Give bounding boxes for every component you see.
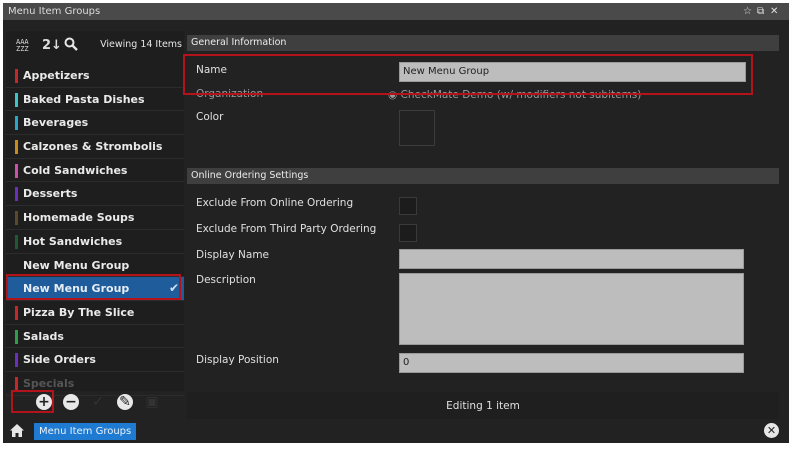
remove-icon[interactable]: − xyxy=(63,394,79,410)
editing-status: Editing 1 item xyxy=(187,392,779,420)
list-item[interactable]: Side Orders xyxy=(6,348,184,372)
app-window: Menu Item Groups ☆ ⧉ ✕ AAA ZZZ 2↓ Viewing… xyxy=(3,3,789,443)
color-swatch xyxy=(15,211,18,226)
list-item-label: Side Orders xyxy=(23,353,96,367)
selected-item-highlight xyxy=(6,274,181,300)
status-bar: Menu Item Groups ✕ xyxy=(3,419,789,443)
breadcrumb[interactable]: Menu Item Groups xyxy=(34,423,137,440)
color-label: Color xyxy=(196,111,224,123)
display-name-label: Display Name xyxy=(196,249,270,261)
color-swatch xyxy=(15,353,18,368)
display-position-label: Display Position xyxy=(196,354,279,366)
add-button-highlight xyxy=(11,390,54,413)
confirm-icon: ✓ xyxy=(92,394,104,410)
sort-alpha-icon[interactable]: AAA ZZZ xyxy=(16,39,29,53)
window-title: Menu Item Groups xyxy=(8,6,101,17)
list-item[interactable]: Calzones & Strombolis xyxy=(6,135,184,159)
list-item-label: Cold Sandwiches xyxy=(23,163,128,177)
restore-icon[interactable]: ⧉ xyxy=(757,3,764,20)
list-item-label: Beverages xyxy=(23,116,89,130)
list-item-label: Desserts xyxy=(23,187,78,201)
list-item[interactable]: Salads xyxy=(6,325,184,349)
exclude-third-party-label: Exclude From Third Party Ordering xyxy=(196,223,377,235)
list-item[interactable]: Appetizers xyxy=(6,64,184,88)
list-item-label: Appetizers xyxy=(23,69,90,82)
list-item-label: Homemade Soups xyxy=(23,211,135,225)
color-swatch xyxy=(15,140,18,155)
exclude-third-party-checkbox[interactable] xyxy=(399,224,417,242)
close-icon[interactable]: ✕ xyxy=(764,423,779,438)
color-swatch xyxy=(15,329,18,344)
list-item-label: Baked Pasta Dishes xyxy=(23,92,145,106)
list-item-label: Pizza By The Slice xyxy=(23,305,135,319)
exclude-online-label: Exclude From Online Ordering xyxy=(196,197,354,209)
list-item[interactable]: Beverages xyxy=(6,111,184,136)
list-item[interactable]: Cold Sandwiches xyxy=(6,159,184,183)
list-item[interactable]: Homemade Soups xyxy=(6,206,184,230)
title-bar: Menu Item Groups ☆ ⧉ ✕ xyxy=(3,3,789,20)
list-item[interactable]: Hot Sandwiches xyxy=(6,230,184,254)
color-swatch xyxy=(15,163,18,178)
list-item-label: Salads xyxy=(23,329,64,343)
edit-icon[interactable]: ✎ xyxy=(117,394,133,410)
color-swatch xyxy=(15,305,18,320)
color-swatch xyxy=(15,92,18,107)
list-item-label: Hot Sandwiches xyxy=(23,234,123,248)
color-picker[interactable] xyxy=(399,110,435,146)
group-list-panel: AAA ZZZ 2↓ Viewing 14 Items Appetizers Bak… xyxy=(6,31,184,396)
home-icon[interactable] xyxy=(9,423,25,438)
list-toolbar: AAA ZZZ 2↓ Viewing 14 Items xyxy=(6,31,184,63)
close-window-icon[interactable]: ✕ xyxy=(770,3,778,20)
color-swatch xyxy=(15,187,18,202)
list-item-label: New Menu Group xyxy=(23,258,130,272)
group-list: Appetizers Baked Pasta Dishes Beverages Cal… xyxy=(6,64,184,396)
color-swatch xyxy=(15,69,18,83)
display-position-input[interactable]: 0 xyxy=(399,353,744,373)
favorite-icon[interactable]: ☆ xyxy=(743,3,752,20)
list-item[interactable]: Desserts xyxy=(6,182,184,207)
online-header: Online Ordering Settings xyxy=(187,168,779,184)
list-item-label: Calzones & Strombolis xyxy=(23,140,163,154)
list-item[interactable]: Pizza By The Slice xyxy=(6,301,184,325)
viewing-count: Viewing 14 Items xyxy=(100,39,182,50)
exclude-online-checkbox[interactable] xyxy=(399,197,417,215)
display-name-input[interactable] xyxy=(399,249,744,269)
sort-order-icon[interactable]: 2↓ xyxy=(42,38,62,53)
list-item[interactable]: Baked Pasta Dishes xyxy=(6,88,184,112)
description-label: Description xyxy=(196,274,256,286)
delete-icon: ▣ xyxy=(145,394,159,410)
color-swatch xyxy=(15,116,18,131)
name-field-highlight xyxy=(183,54,753,95)
general-header: General Information xyxy=(187,35,779,51)
search-icon[interactable] xyxy=(64,37,78,51)
color-swatch xyxy=(15,234,18,249)
list-item-label: Specials xyxy=(23,376,75,390)
description-textarea[interactable] xyxy=(399,273,744,345)
